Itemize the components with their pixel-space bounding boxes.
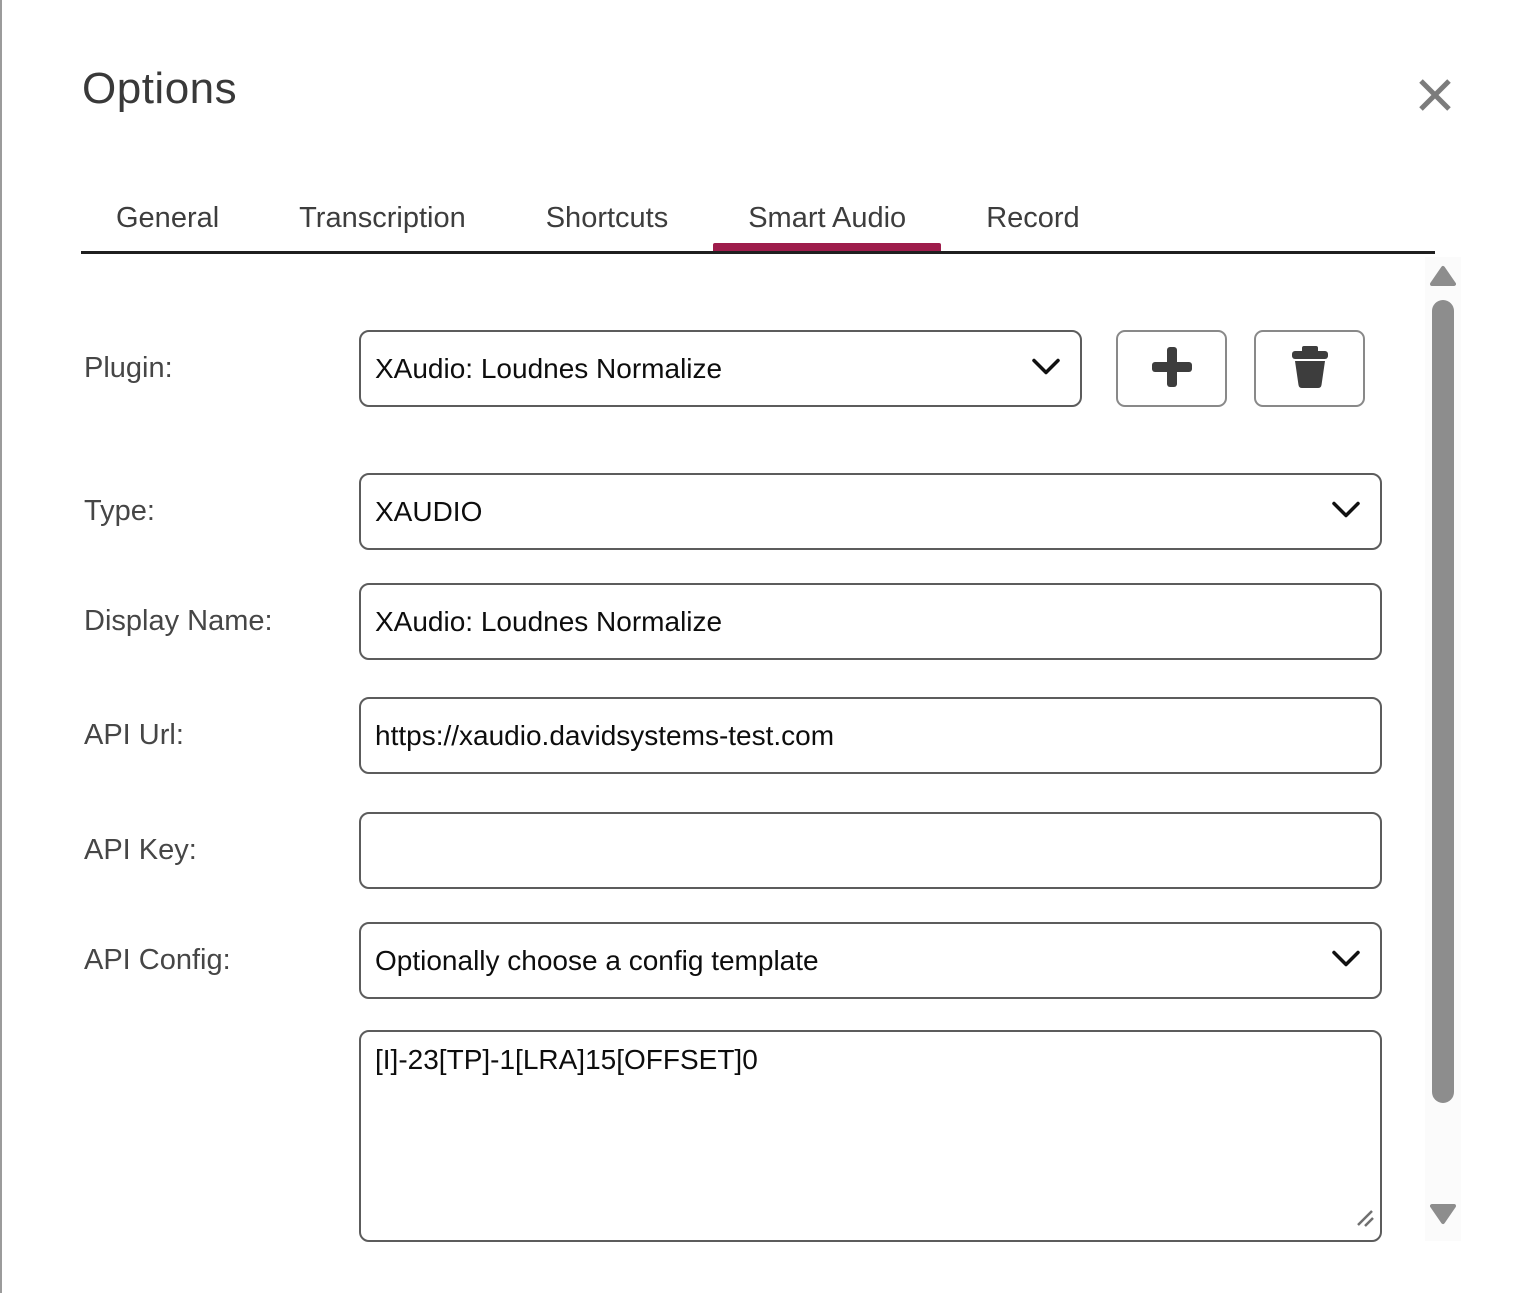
smart-audio-panel: Plugin: XAudio: Loudnes Normalize (2, 255, 1425, 1242)
plugin-row: Plugin: XAudio: Loudnes Normalize (2, 330, 1425, 407)
type-label: Type: (84, 495, 359, 528)
plus-icon (1146, 341, 1198, 396)
triangle-down-icon (1430, 1203, 1456, 1228)
tab-bar: General Transcription Shortcuts Smart Au… (81, 192, 1435, 254)
page-title: Options (82, 64, 237, 114)
tab-record[interactable]: Record (951, 190, 1115, 251)
plugin-select[interactable]: XAudio: Loudnes Normalize (359, 330, 1082, 407)
close-button[interactable] (1411, 72, 1459, 120)
tab-transcription[interactable]: Transcription (264, 190, 501, 251)
vertical-scrollbar[interactable] (1425, 257, 1461, 1241)
triangle-up-icon (1430, 265, 1456, 290)
api-key-label: API Key: (84, 834, 359, 867)
scroll-up-button[interactable] (1425, 259, 1461, 295)
api-config-label: API Config: (84, 944, 359, 977)
display-name-row: Display Name: (2, 583, 1425, 660)
api-url-input[interactable] (359, 697, 1382, 774)
trash-icon (1285, 342, 1335, 395)
type-select[interactable]: XAUDIO (359, 473, 1382, 550)
api-key-row: API Key: (2, 812, 1425, 889)
api-url-row: API Url: (2, 697, 1425, 774)
delete-plugin-button[interactable] (1254, 330, 1365, 407)
close-icon (1415, 75, 1455, 118)
api-url-label: API Url: (84, 719, 359, 752)
tab-smart-audio[interactable]: Smart Audio (713, 190, 941, 251)
api-key-input[interactable] (359, 812, 1382, 889)
tab-shortcuts[interactable]: Shortcuts (511, 190, 704, 251)
scrollbar-thumb[interactable] (1432, 300, 1454, 1103)
display-name-input[interactable] (359, 583, 1382, 660)
api-config-select[interactable]: Optionally choose a config template (359, 922, 1382, 999)
scroll-down-button[interactable] (1425, 1197, 1461, 1233)
type-row: Type: XAUDIO (2, 473, 1425, 550)
plugin-label: Plugin: (84, 352, 359, 385)
config-textarea[interactable]: [I]-23[TP]-1[LRA]15[OFFSET]0 (359, 1030, 1382, 1242)
config-text-row: [I]-23[TP]-1[LRA]15[OFFSET]0 (2, 1030, 1425, 1242)
display-name-label: Display Name: (84, 605, 359, 638)
api-config-row: API Config: Optionally choose a config t… (2, 922, 1425, 999)
add-plugin-button[interactable] (1116, 330, 1227, 407)
tab-general[interactable]: General (81, 190, 254, 251)
